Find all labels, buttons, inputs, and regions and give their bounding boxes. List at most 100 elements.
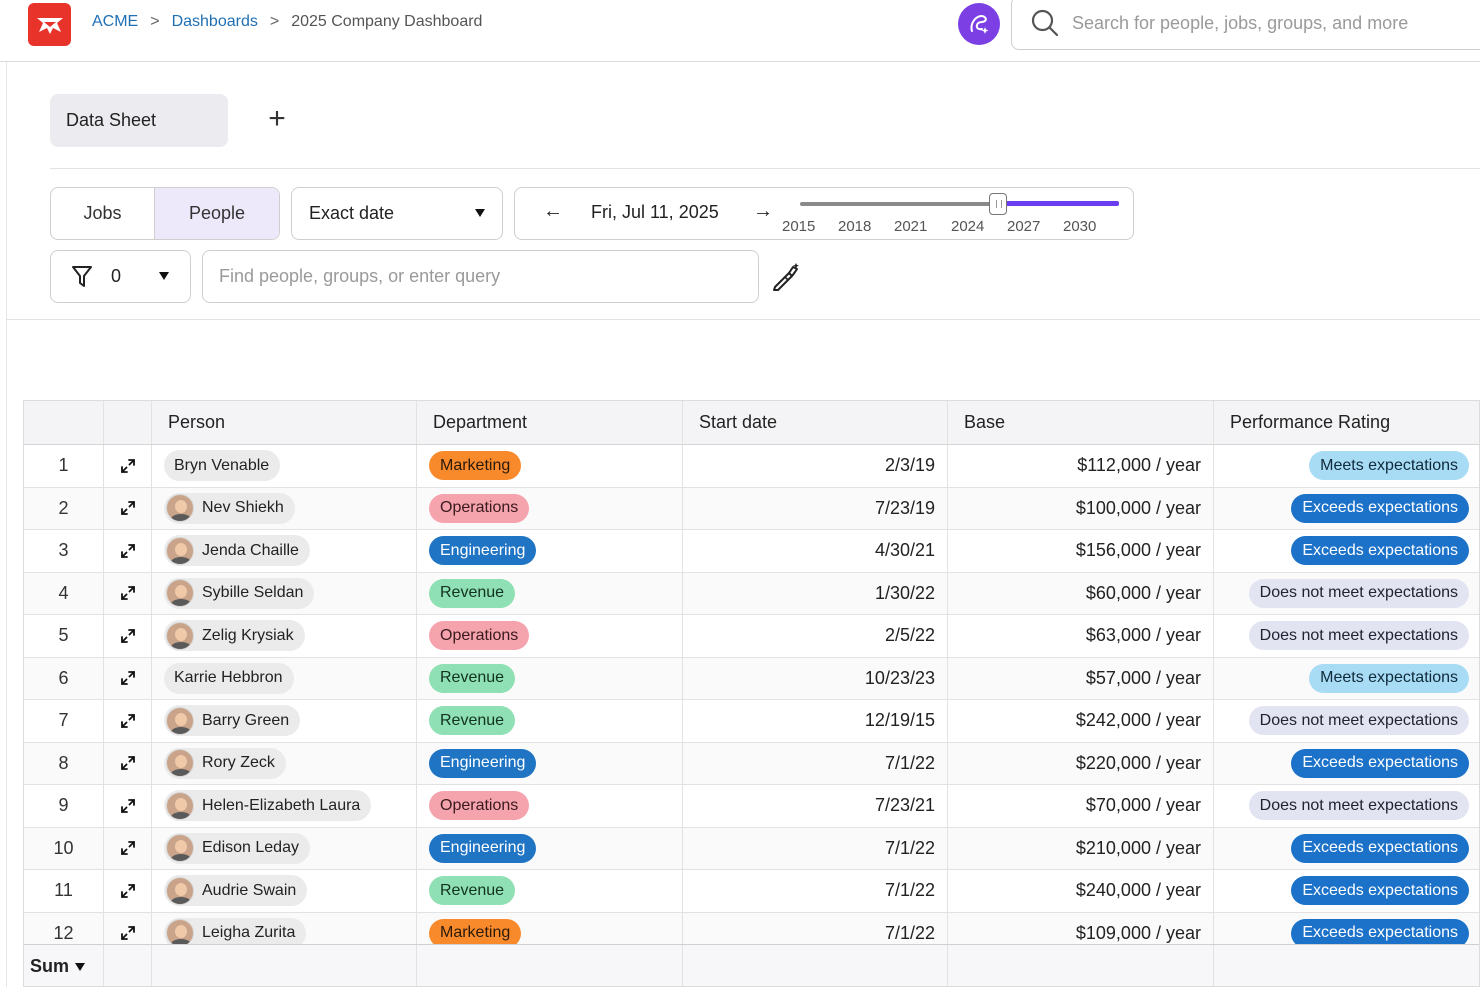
breadcrumb-org-link[interactable]: ACME [92, 13, 138, 31]
expand-row-icon[interactable] [104, 827, 152, 869]
global-search-input[interactable] [1072, 12, 1472, 34]
toggle-jobs[interactable]: Jobs [51, 188, 156, 239]
performance-badge[interactable]: Exceeds expectations [1291, 833, 1469, 863]
performance-rating-cell: Does not meet expectations [1214, 700, 1479, 742]
department-badge[interactable]: Revenue [429, 876, 516, 906]
department-cell: Operations [417, 487, 683, 529]
table-row[interactable]: 7 Barry Green Revenue 12/19/15 $242,000 / ye… [24, 700, 1479, 743]
department-badge[interactable]: Operations [429, 493, 530, 523]
timeline-tick-label: 2015 [782, 218, 816, 235]
table-row[interactable]: 6 Karrie Hebbron Revenue 10/23/23 $57,000 / … [24, 657, 1479, 700]
footer-cell [417, 945, 683, 986]
department-badge[interactable]: Marketing [429, 451, 522, 481]
expand-column-header [104, 401, 152, 444]
table-row[interactable]: 8 Rory Zeck Engineering 7/1/22 $220,000 / ye… [24, 742, 1479, 785]
person-chip[interactable]: Nev Shiekh [164, 492, 295, 524]
avatar [166, 536, 194, 565]
performance-rating-cell: Meets expectations [1214, 445, 1479, 487]
filter-icon [72, 265, 92, 287]
person-chip[interactable]: Jenda Chaille [164, 535, 310, 567]
expand-row-icon[interactable] [104, 530, 152, 572]
person-chip[interactable]: Bryn Venable [164, 450, 281, 482]
caret-down-icon [159, 272, 169, 280]
table-row[interactable]: 9 Helen-Elizabeth Laura Operations 7/23/21 $… [24, 785, 1479, 828]
column-header-department[interactable]: Department [417, 401, 683, 444]
department-badge[interactable]: Engineering [429, 833, 537, 863]
person-chip[interactable]: Karrie Hebbron [164, 662, 294, 694]
table-row[interactable]: 5 Zelig Krysiak Operations 2/5/22 $63,000 / … [24, 615, 1479, 658]
person-name: Karrie Hebbron [174, 669, 283, 687]
person-chip[interactable]: Helen-Elizabeth Laura [164, 790, 372, 822]
column-header-start-date[interactable]: Start date [683, 401, 948, 444]
performance-badge[interactable]: Meets expectations [1309, 451, 1469, 481]
department-badge[interactable]: Operations [429, 791, 530, 821]
expand-row-icon[interactable] [104, 870, 152, 912]
magic-query-icon[interactable] [770, 260, 802, 292]
performance-badge[interactable]: Meets expectations [1309, 663, 1469, 693]
table-row[interactable]: 2 Nev Shiekh Operations 7/23/19 $100,000 / y… [24, 487, 1479, 530]
current-date: Fri, Jul 11, 2025 [591, 202, 719, 222]
add-tab-button[interactable]: + [262, 104, 292, 134]
column-header-person[interactable]: Person [152, 401, 417, 444]
person-chip[interactable]: Sybille Seldan [164, 577, 315, 609]
performance-badge[interactable]: Does not meet expectations [1248, 706, 1469, 736]
table-row[interactable]: 10 Edison Leday Engineering 7/1/22 $210,000 … [24, 827, 1479, 870]
tab-data-sheet[interactable]: Data Sheet [50, 94, 228, 147]
department-badge[interactable]: Revenue [429, 578, 516, 608]
performance-badge[interactable]: Does not meet expectations [1248, 621, 1469, 651]
next-date-button[interactable]: → [753, 200, 773, 223]
date-mode-select[interactable]: Exact date [291, 187, 503, 240]
department-badge[interactable]: Revenue [429, 663, 516, 693]
performance-badge[interactable]: Exceeds expectations [1291, 748, 1469, 778]
expand-row-icon[interactable] [104, 700, 152, 742]
footer-cell [683, 945, 948, 986]
base-salary-cell: $240,000 / year [948, 870, 1214, 912]
department-badge[interactable]: Revenue [429, 706, 516, 736]
breadcrumb-dashboards-link[interactable]: Dashboards [172, 13, 258, 31]
table-row[interactable]: 1 Bryn Venable Marketing 2/3/19 $112,000 / y… [24, 445, 1479, 488]
person-chip[interactable]: Edison Leday [164, 832, 310, 864]
column-header-performance-rating[interactable]: Performance Rating [1214, 401, 1479, 444]
person-chip[interactable]: Zelig Krysiak [164, 620, 305, 652]
person-chip[interactable]: Audrie Swain [164, 875, 308, 907]
expand-row-icon[interactable] [104, 487, 152, 529]
expand-row-icon[interactable] [104, 572, 152, 614]
toggle-people[interactable]: People [155, 188, 279, 239]
timeline-slider-handle[interactable] [989, 193, 1007, 215]
timeline-tick-label: 2024 [951, 218, 985, 235]
expand-row-icon[interactable] [104, 657, 152, 699]
sum-aggregate-button[interactable]: Sum [24, 945, 104, 986]
department-badge[interactable]: Engineering [429, 748, 537, 778]
performance-badge[interactable]: Does not meet expectations [1248, 791, 1469, 821]
person-chip[interactable]: Barry Green [164, 705, 301, 737]
expand-row-icon[interactable] [104, 785, 152, 827]
person-chip[interactable]: Rory Zeck [164, 747, 286, 779]
person-name: Sybille Seldan [202, 584, 304, 602]
column-header-base[interactable]: Base [948, 401, 1214, 444]
department-cell: Revenue [417, 572, 683, 614]
performance-badge[interactable]: Exceeds expectations [1291, 536, 1469, 566]
person-name: Leigha Zurita [202, 924, 296, 942]
footer-cell [104, 945, 152, 986]
expand-row-icon[interactable] [104, 742, 152, 784]
expand-row-icon[interactable] [104, 615, 152, 657]
start-date-cell: 2/5/22 [683, 615, 948, 657]
query-input[interactable] [219, 266, 739, 287]
previous-date-button[interactable]: ← [543, 200, 563, 223]
performance-badge[interactable]: Exceeds expectations [1291, 876, 1469, 906]
department-badge[interactable]: Engineering [429, 536, 537, 566]
performance-badge[interactable]: Exceeds expectations [1291, 493, 1469, 523]
start-date-cell: 7/23/21 [683, 785, 948, 827]
filter-button[interactable]: 0 [50, 250, 191, 303]
expand-row-icon[interactable] [104, 445, 152, 487]
app-logo-icon[interactable] [28, 3, 71, 46]
performance-rating-cell: Exceeds expectations [1214, 743, 1479, 785]
table-row[interactable]: 4 Sybille Seldan Revenue 1/30/22 $60,000 / y… [24, 572, 1479, 615]
table-row[interactable]: 11 Audrie Swain Revenue 7/1/22 $240,000 / ye… [24, 870, 1479, 913]
department-cell: Marketing [417, 445, 683, 487]
department-badge[interactable]: Operations [429, 621, 530, 651]
performance-badge[interactable]: Does not meet expectations [1248, 578, 1469, 608]
table-row[interactable]: 3 Jenda Chaille Engineering 4/30/21 $156,000… [24, 530, 1479, 573]
ai-assistant-icon[interactable] [958, 3, 1000, 45]
query-box [202, 250, 759, 303]
